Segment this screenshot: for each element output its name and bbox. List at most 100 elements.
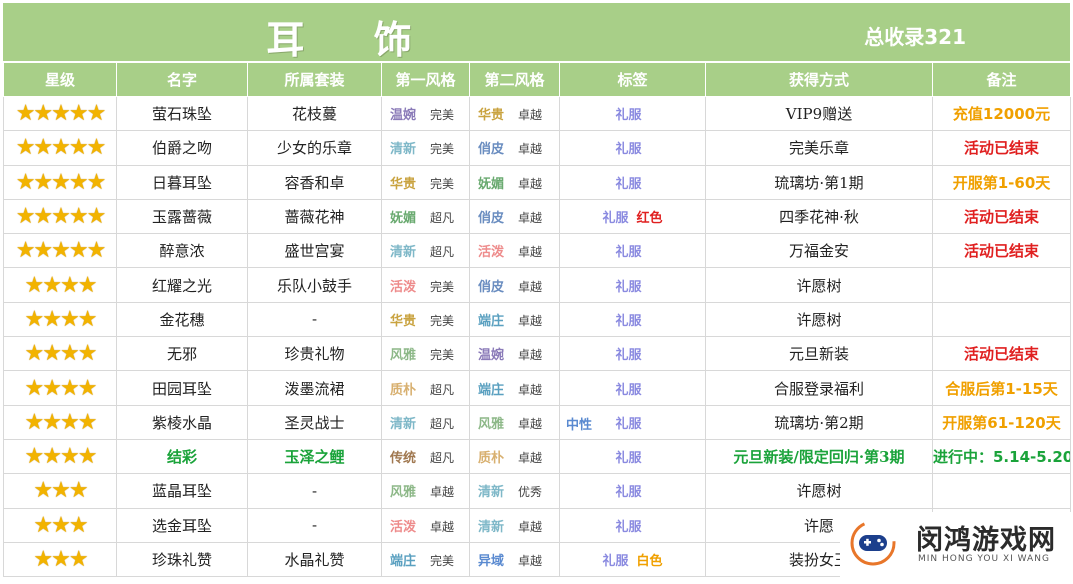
item-name: 醉意浓: [116, 233, 248, 269]
style2-cell: 质朴 卓越: [469, 438, 560, 475]
style1-tag: 活泼: [390, 279, 417, 295]
style1-level: 超凡: [430, 211, 455, 226]
style2-cell: 俏皮 卓越: [469, 267, 560, 303]
table-row: ★★★ 蓝晶耳坠 - 风雅 卓越 清新 优秀 礼服 许愿树: [3, 473, 1071, 509]
style2-cell: 清新 优秀: [469, 473, 560, 509]
style1-tag: 活泼: [390, 519, 417, 535]
source-cell: 合服登录福利: [705, 370, 933, 406]
style1-level: 超凡: [430, 416, 455, 431]
style2-tag: 端庄: [478, 313, 505, 329]
style1-cell: 端庄 完美: [381, 541, 470, 578]
style2-tag: 端庄: [478, 382, 505, 398]
star-rating: ★★★★: [3, 301, 117, 338]
table-row: ★★★★ 结彩 玉泽之鲤 传统 超凡 质朴 卓越 礼服 元旦新装/限定回归·第3期 进行中：5.1…: [3, 438, 1071, 475]
style1-tag: 质朴: [390, 382, 417, 398]
label-tag: 礼服: [602, 554, 629, 569]
table-row: ★★★★★ 伯爵之吻 少女的乐章 清新 完美 俏皮 卓越 礼服 完美乐章 活动已结束: [3, 130, 1071, 166]
style1-level: 超凡: [430, 382, 455, 397]
label-tag: 礼服: [615, 485, 642, 501]
col-header-stars: 星级: [3, 62, 117, 97]
note-cell: 充值12000元: [932, 95, 1071, 132]
col-header-note: 备注: [932, 62, 1071, 97]
style2-level: 卓越: [518, 554, 543, 568]
style2-tag: 清新: [478, 485, 505, 501]
style2-level: 优秀: [518, 485, 543, 500]
set-name: 水晶礼赞: [247, 541, 382, 578]
style1-cell: 清新 超凡: [381, 233, 470, 269]
col-header-set: 所属套装: [247, 62, 382, 97]
note-cell: 开服第1-60天: [932, 164, 1071, 200]
set-name: 珍贵礼物: [247, 336, 382, 372]
style2-level: 卓越: [518, 313, 543, 328]
sheet-title: 耳 饰: [266, 17, 440, 62]
label-tag: 礼服: [615, 313, 642, 329]
style1-cell: 妩媚 超凡: [381, 198, 470, 235]
style2-tag: 华贵: [478, 108, 505, 124]
style2-cell: 清新 卓越: [469, 507, 560, 543]
label-tag: 礼服: [615, 245, 642, 261]
note-cell: [932, 473, 1071, 509]
watermark-title: 闵鸿游戏网: [916, 525, 1056, 556]
style2-level: 卓越: [518, 176, 543, 191]
star-rating: ★★★: [3, 541, 117, 578]
col-header-style1: 第一风格: [381, 62, 470, 97]
label-cell: 礼服: [559, 130, 706, 166]
set-name: 盛世宫宴: [247, 233, 382, 269]
style1-cell: 质朴 超凡: [381, 370, 470, 406]
item-name: 蓝晶耳坠: [116, 473, 248, 509]
style1-tag: 风雅: [390, 485, 417, 501]
source-cell: 元旦新装: [705, 336, 933, 372]
source-cell: 许愿树: [705, 267, 933, 303]
star-rating: ★★★★: [3, 438, 117, 475]
style2-cell: 端庄 卓越: [469, 301, 560, 338]
item-name: 日暮耳坠: [116, 164, 248, 200]
style1-tag: 清新: [390, 416, 417, 432]
star-rating: ★★★★: [3, 336, 117, 372]
label-tag: 礼服: [615, 142, 642, 158]
label-cell: 礼服: [559, 473, 706, 509]
style2-tag: 清新: [478, 519, 505, 535]
style1-level: 完美: [430, 313, 455, 328]
style1-tag: 清新: [390, 245, 417, 261]
style2-level: 卓越: [518, 416, 543, 431]
style1-tag: 温婉: [390, 108, 417, 124]
label-tag: 礼服: [615, 279, 642, 295]
star-rating: ★★★★★: [3, 95, 117, 132]
item-name: 伯爵之吻: [116, 130, 248, 166]
note-cell: [932, 301, 1071, 338]
note-cell: 活动已结束: [932, 336, 1071, 372]
col-header-name: 名字: [116, 62, 248, 97]
style1-cell: 风雅 完美: [381, 336, 470, 372]
style1-level: 完美: [430, 108, 455, 123]
style1-level: 超凡: [430, 245, 455, 260]
label-tag: 礼服: [615, 108, 642, 124]
item-name: 珍珠礼赞: [116, 541, 248, 578]
style1-cell: 活泼 完美: [381, 267, 470, 303]
set-name: 蔷薇花神: [247, 198, 382, 235]
label-cell: 礼服: [559, 301, 706, 338]
table-row: ★★★★ 红耀之光 乐队小鼓手 活泼 完美 俏皮 卓越 礼服 许愿树: [3, 267, 1071, 303]
item-name: 金花穗: [116, 301, 248, 338]
style1-level: 完美: [430, 554, 455, 568]
star-rating: ★★★★★: [3, 130, 117, 166]
style1-cell: 传统 超凡: [381, 438, 470, 475]
style1-level: 完美: [430, 142, 455, 157]
source-cell: 万福金安: [705, 233, 933, 269]
label-cell: 礼服: [559, 233, 706, 269]
style1-tag: 妩媚: [390, 211, 417, 227]
style1-level: 完美: [430, 348, 455, 363]
label-cell: 礼服 白色: [559, 541, 706, 578]
star-rating: ★★★: [3, 507, 117, 543]
note-cell: 进行中：5.14-5.20: [932, 438, 1071, 475]
label-cell: 礼服: [559, 267, 706, 303]
set-name: -: [247, 301, 382, 338]
table-row: ★★★★★ 醉意浓 盛世宫宴 清新 超凡 活泼 卓越 礼服 万福金安 活动已结束: [3, 233, 1071, 269]
style2-tag: 妩媚: [478, 176, 505, 192]
style2-level: 卓越: [518, 142, 543, 157]
style1-cell: 华贵 完美: [381, 301, 470, 338]
title-bar: 耳 饰 总收录321: [3, 3, 1070, 62]
style1-cell: 清新 超凡: [381, 404, 470, 440]
label-tag: 礼服: [615, 382, 642, 398]
label-cell: 礼服: [559, 95, 706, 132]
style1-tag: 华贵: [390, 176, 417, 192]
